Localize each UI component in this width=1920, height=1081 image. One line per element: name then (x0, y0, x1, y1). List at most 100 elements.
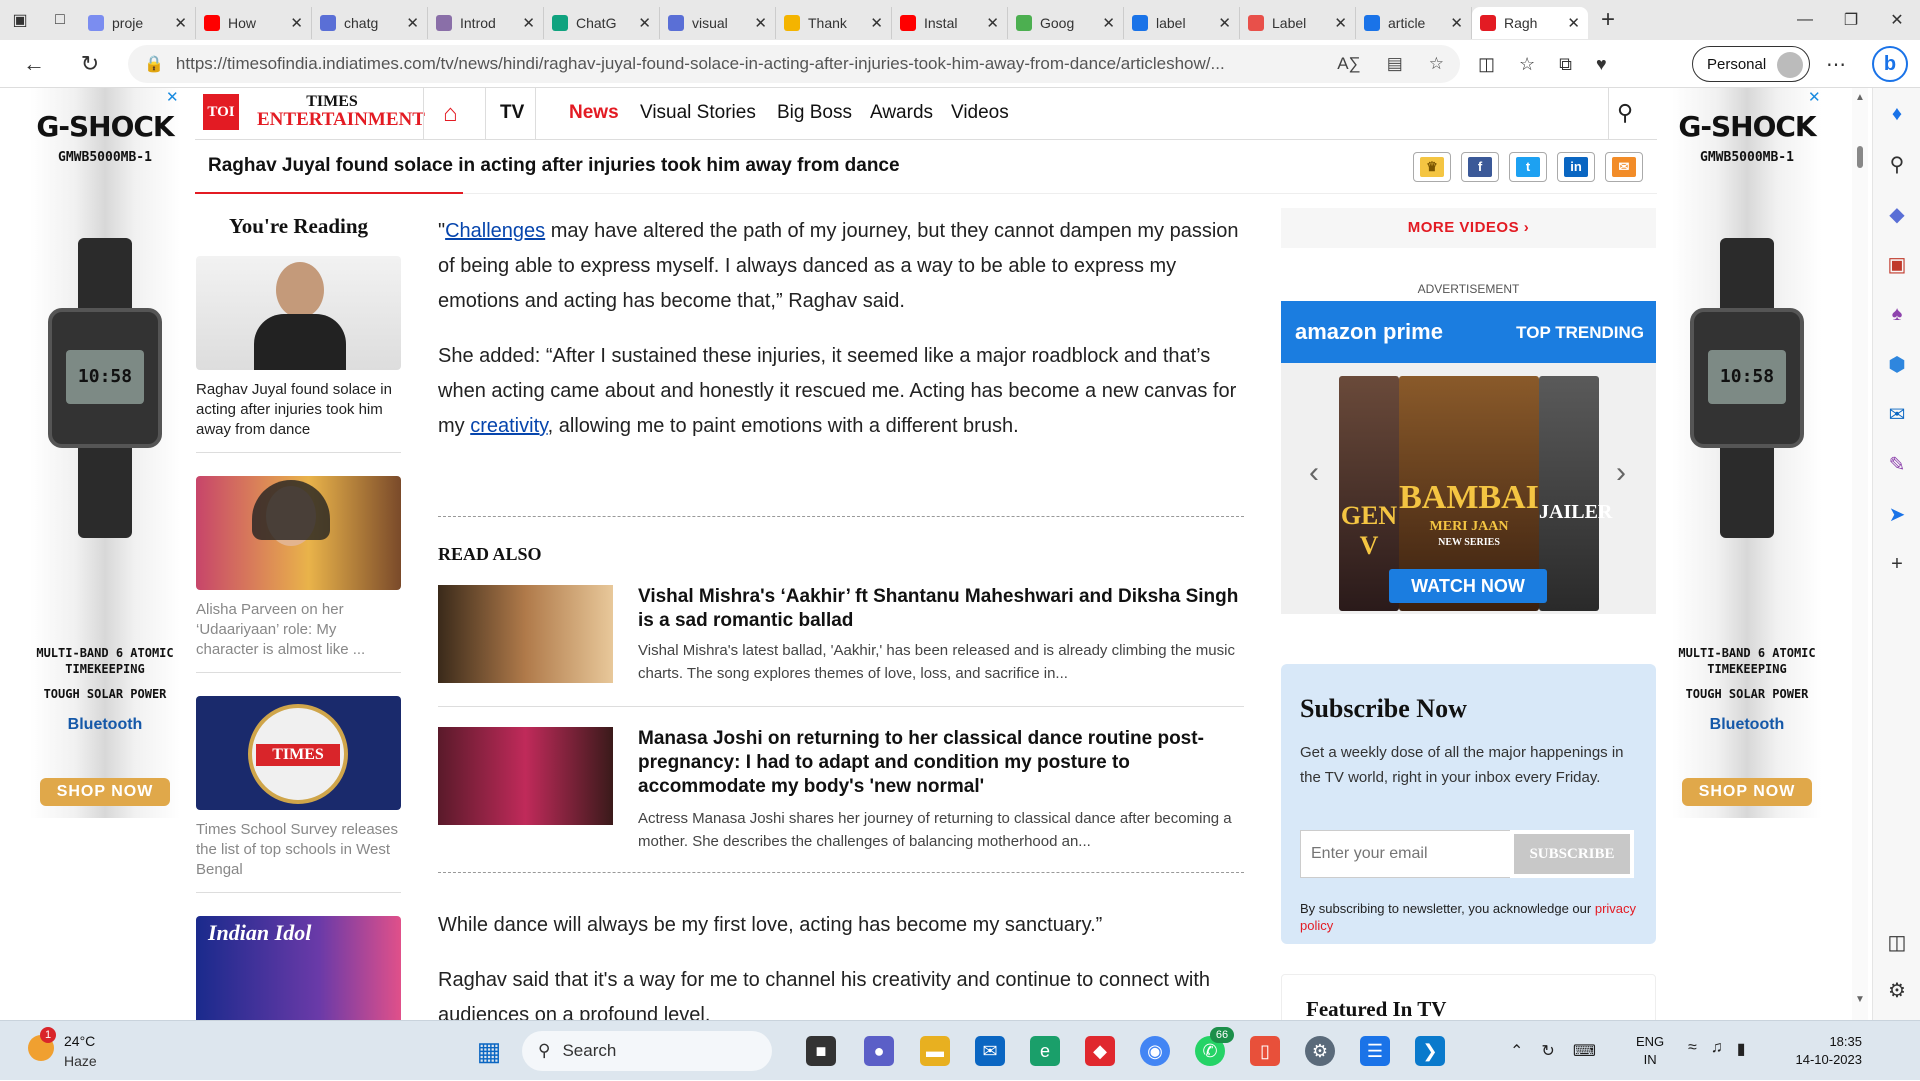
poster-jailer[interactable] (1539, 376, 1599, 611)
tab-actions-icon[interactable]: □ (40, 0, 80, 40)
browser-tab[interactable]: chatg ✕ (312, 7, 428, 39)
copilot-icon[interactable]: b (1872, 46, 1908, 82)
premium-share-button[interactable]: ♛ (1413, 152, 1451, 182)
workspaces-icon[interactable]: ▣ (0, 0, 40, 40)
restore-icon[interactable]: ❐ (1828, 0, 1874, 40)
read-aloud-icon[interactable]: A∑ (1337, 54, 1360, 74)
tab-close-icon[interactable]: ✕ (406, 14, 419, 32)
favorites-icon[interactable]: ☆ (1519, 54, 1535, 75)
ad-close-icon[interactable]: ✕ (166, 88, 179, 106)
browser-tab[interactable]: label ✕ (1124, 7, 1240, 39)
url-field[interactable]: 🔒 https://timesofindia.indiatimes.com/tv… (128, 45, 1460, 83)
network-audio-battery[interactable]: ≈ ♫ ▮ (1688, 1039, 1746, 1059)
settings-icon[interactable]: ⚙ (1305, 1036, 1335, 1066)
carousel-prev-icon[interactable]: ‹ (1309, 456, 1319, 490)
browser-tab[interactable]: article ✕ (1356, 7, 1472, 39)
favorite-star-icon[interactable]: ☆ (1429, 54, 1444, 74)
more-options-icon[interactable]: ⋯ (1826, 52, 1846, 77)
prime-video-ad[interactable]: amazon prime TOP TRENDING GEN V BAMBAI M… (1281, 301, 1656, 614)
windows-start-icon[interactable]: ▦ (474, 1036, 504, 1066)
related-article-thumbnail[interactable] (438, 727, 613, 825)
browser-tab[interactable]: Label ✕ (1240, 7, 1356, 39)
chrome-icon[interactable]: ◉ (1140, 1036, 1170, 1066)
scroll-up-icon[interactable]: ▲ (1855, 92, 1865, 103)
sync-icon[interactable]: ↻ (1541, 1041, 1554, 1061)
profile-button[interactable]: Personal (1692, 46, 1810, 82)
tab-close-icon[interactable]: ✕ (754, 14, 767, 32)
shopping-tag-icon[interactable]: ◆ (1885, 202, 1909, 226)
add-icon[interactable]: + (1885, 552, 1909, 576)
taskbar-search[interactable]: ⚲ Search (522, 1031, 772, 1071)
weather-widget[interactable]: 1 24°C Haze (28, 1027, 118, 1071)
scroll-down-icon[interactable]: ▼ (1855, 994, 1865, 1005)
clock[interactable]: 18:35 14-10-2023 (1792, 1033, 1863, 1069)
tab-close-icon[interactable]: ✕ (1218, 14, 1231, 32)
related-article-title[interactable]: Manasa Joshi on returning to her classic… (638, 727, 1244, 799)
search-icon[interactable]: ⚲ (1617, 100, 1633, 126)
anydesk-icon[interactable]: ◆ (1085, 1036, 1115, 1066)
email-share-button[interactable]: ✉ (1605, 152, 1643, 182)
tab-close-icon[interactable]: ✕ (1334, 14, 1347, 32)
minimize-icon[interactable]: — (1782, 0, 1828, 40)
tab-close-icon[interactable]: ✕ (522, 14, 535, 32)
reading-item-caption[interactable]: Alisha Parveen on her ‘Udaariyaan’ role:… (196, 600, 401, 660)
teams-chat-icon[interactable]: ● (864, 1036, 894, 1066)
games-icon[interactable]: ♠ (1885, 302, 1909, 326)
acrobat-icon[interactable]: ▯ (1250, 1036, 1280, 1066)
scrollbar-thumb[interactable] (1857, 146, 1863, 168)
browser-tab-active[interactable]: Ragh ✕ (1472, 7, 1588, 39)
file-explorer-icon[interactable]: ▬ (920, 1036, 950, 1066)
vscode-icon[interactable]: ❯ (1415, 1036, 1445, 1066)
tab-close-icon[interactable]: ✕ (1450, 14, 1463, 32)
tools-icon[interactable]: ▣ (1885, 252, 1909, 276)
tab-close-icon[interactable]: ✕ (638, 14, 651, 32)
browser-tab[interactable]: visual ✕ (660, 7, 776, 39)
lock-icon[interactable]: 🔒 (144, 54, 164, 74)
split-screen-icon[interactable]: ◫ (1478, 54, 1495, 75)
reading-item[interactable]: TIMES Times School Survey releases the l… (196, 696, 401, 893)
browser-tab[interactable]: ChatG ✕ (544, 7, 660, 39)
tab-close-icon[interactable]: ✕ (290, 14, 303, 32)
outlook-icon[interactable]: ✉ (1885, 402, 1909, 426)
reading-item[interactable]: Raghav Juyal found solace in acting afte… (196, 256, 401, 453)
refresh-icon[interactable]: ↻ (68, 42, 112, 86)
reading-item-caption[interactable]: Times School Survey releases the list of… (196, 820, 401, 880)
shop-now-button[interactable]: SHOP NOW (40, 778, 170, 806)
browser-tab[interactable]: Thank ✕ (776, 7, 892, 39)
edge-browser-icon[interactable]: e (1030, 1036, 1060, 1066)
sidebar-toggle-icon[interactable]: ◫ (1885, 930, 1909, 954)
send-icon[interactable]: ➤ (1885, 502, 1909, 526)
carousel-next-icon[interactable]: › (1616, 456, 1626, 490)
show-hidden-icons-icon[interactable]: ⌃ (1510, 1041, 1523, 1061)
close-window-icon[interactable]: ✕ (1874, 0, 1920, 40)
new-tab-button[interactable]: + (1588, 6, 1628, 34)
bell-icon[interactable]: ♦ (1885, 102, 1909, 126)
immersive-reader-icon[interactable]: ▤ (1387, 54, 1403, 74)
shop-now-button[interactable]: SHOP NOW (1682, 778, 1812, 806)
notepad-icon[interactable]: ☰ (1360, 1036, 1390, 1066)
email-field[interactable] (1300, 830, 1510, 878)
related-article-title[interactable]: Vishal Mishra's ‘Aakhir’ ft Shantanu Mah… (638, 585, 1244, 633)
toi-logo[interactable]: TOI (203, 94, 239, 130)
search-icon[interactable]: ⚲ (1885, 152, 1909, 176)
mail-icon[interactable]: ✉ (975, 1036, 1005, 1066)
nav-videos[interactable]: Videos (951, 102, 1009, 124)
browser-tab[interactable]: proje ✕ (80, 7, 196, 39)
language-indicator[interactable]: ENG IN (1636, 1033, 1664, 1069)
task-view-icon[interactable]: ■ (806, 1036, 836, 1066)
browser-tab[interactable]: Goog ✕ (1008, 7, 1124, 39)
tab-close-icon[interactable]: ✕ (1102, 14, 1115, 32)
section-tv[interactable]: TV (500, 102, 524, 124)
tab-close-icon[interactable]: ✕ (986, 14, 999, 32)
browser-essentials-icon[interactable]: ♥ (1596, 54, 1607, 75)
challenges-link[interactable]: Challenges (445, 220, 545, 242)
browser-tab[interactable]: Instal ✕ (892, 7, 1008, 39)
reading-item-caption[interactable]: Raghav Juyal found solace in acting afte… (196, 380, 401, 440)
designer-icon[interactable]: ✎ (1885, 452, 1909, 476)
microsoft-365-icon[interactable]: ⬢ (1885, 352, 1909, 376)
nav-visual-stories[interactable]: Visual Stories (640, 102, 756, 124)
tab-close-icon[interactable]: ✕ (174, 14, 187, 32)
collections-icon[interactable]: ⧉ (1559, 54, 1572, 75)
keyboard-icon[interactable]: ⌨ (1573, 1041, 1596, 1061)
url-text[interactable]: https://timesofindia.indiatimes.com/tv/n… (176, 54, 1327, 74)
